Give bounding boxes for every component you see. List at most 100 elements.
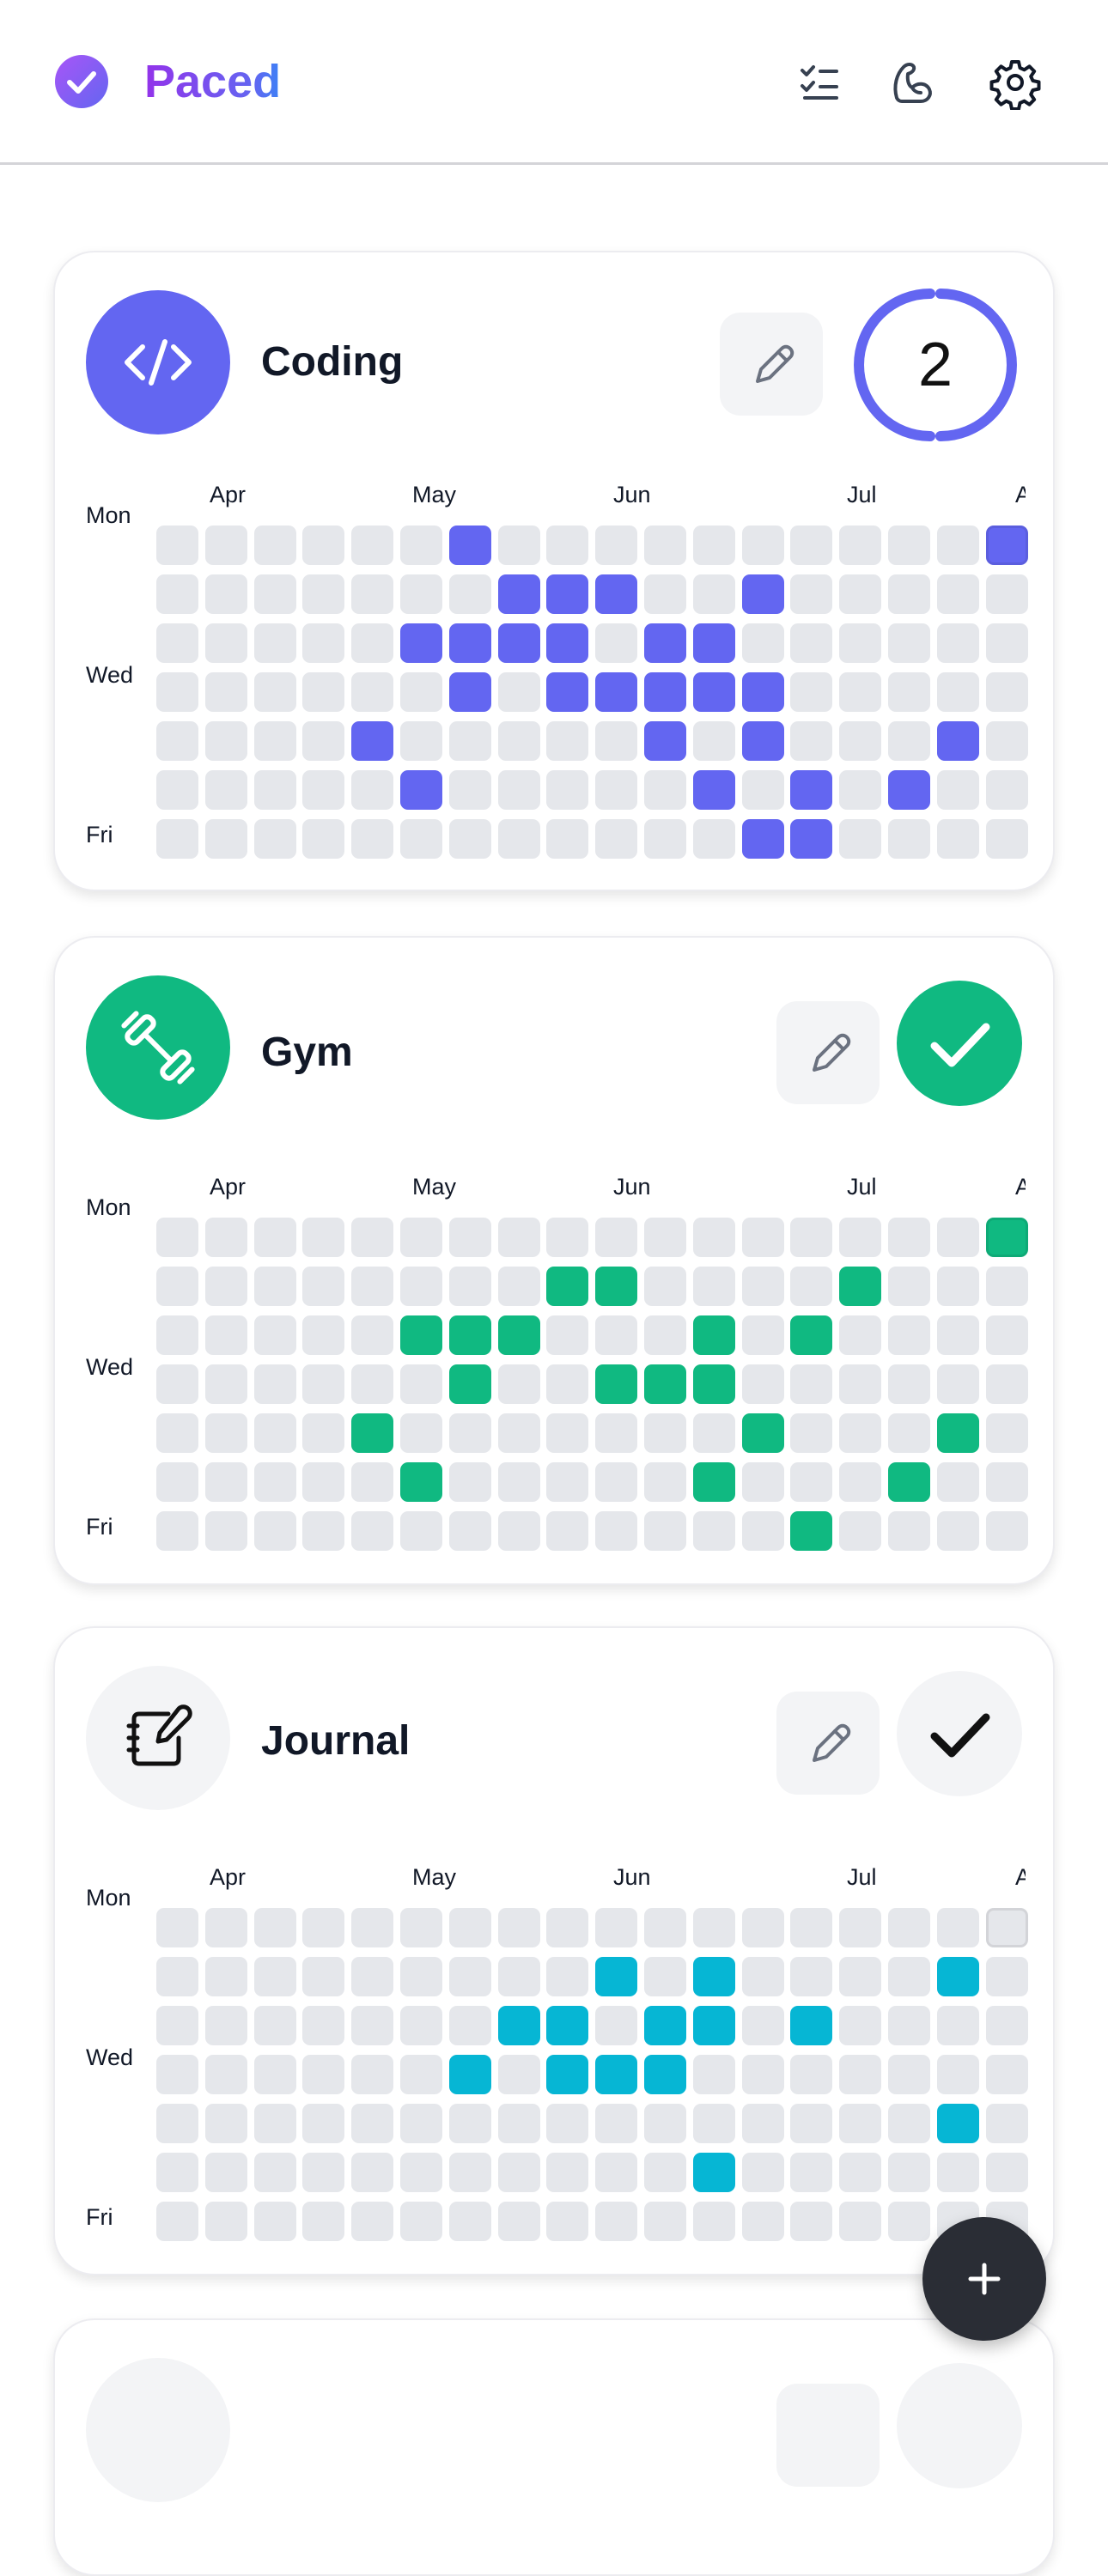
- day-cell[interactable]: [644, 672, 686, 712]
- day-cell[interactable]: [936, 574, 979, 614]
- day-cell[interactable]: [692, 721, 735, 761]
- day-cell[interactable]: [204, 1315, 247, 1355]
- day-cell[interactable]: [888, 2006, 930, 2045]
- day-cell[interactable]: [400, 1218, 442, 1257]
- day-cell[interactable]: [448, 2153, 491, 2192]
- day-cell[interactable]: [839, 1957, 882, 1996]
- day-cell[interactable]: [253, 1957, 296, 1996]
- day-cell[interactable]: [741, 1957, 784, 1996]
- day-cell[interactable]: [156, 2104, 198, 2143]
- day-cell[interactable]: [302, 2006, 345, 2045]
- day-cell[interactable]: [546, 574, 589, 614]
- day-cell[interactable]: [204, 1511, 247, 1551]
- day-cell[interactable]: [448, 2006, 491, 2045]
- day-cell[interactable]: [156, 770, 198, 810]
- day-cell[interactable]: [156, 623, 198, 663]
- day-cell[interactable]: [692, 1908, 735, 1947]
- day-cell[interactable]: [448, 526, 491, 565]
- day-cell[interactable]: [156, 1462, 198, 1502]
- day-cell[interactable]: [351, 1315, 394, 1355]
- day-cell[interactable]: [790, 1315, 833, 1355]
- day-cell[interactable]: [888, 2055, 930, 2094]
- day-cell[interactable]: [351, 1908, 394, 1947]
- edit-button[interactable]: [776, 1692, 880, 1795]
- day-cell[interactable]: [790, 1413, 833, 1453]
- day-cell[interactable]: [546, 2006, 589, 2045]
- day-cell[interactable]: [936, 526, 979, 565]
- day-cell[interactable]: [546, 721, 589, 761]
- day-cell[interactable]: [692, 1315, 735, 1355]
- day-cell[interactable]: [302, 1364, 345, 1404]
- day-cell[interactable]: [888, 672, 930, 712]
- day-cell[interactable]: [692, 1511, 735, 1551]
- day-cell[interactable]: [644, 819, 686, 859]
- day-cell[interactable]: [595, 2202, 638, 2241]
- day-cell[interactable]: [400, 672, 442, 712]
- day-cell[interactable]: [741, 721, 784, 761]
- day-cell[interactable]: [839, 819, 882, 859]
- day-cell[interactable]: [253, 1218, 296, 1257]
- day-cell[interactable]: [302, 623, 345, 663]
- day-cell[interactable]: [741, 2055, 784, 2094]
- count-ring[interactable]: 2: [854, 283, 1017, 447]
- day-cell[interactable]: [644, 574, 686, 614]
- day-cell[interactable]: [741, 623, 784, 663]
- day-cell[interactable]: [302, 1218, 345, 1257]
- day-cell[interactable]: [741, 526, 784, 565]
- day-cell[interactable]: [204, 721, 247, 761]
- day-cell[interactable]: [888, 1908, 930, 1947]
- day-cell[interactable]: [644, 1511, 686, 1551]
- day-cell[interactable]: [448, 672, 491, 712]
- day-cell[interactable]: [790, 2202, 833, 2241]
- flexed-arm-icon[interactable]: [885, 55, 940, 110]
- day-cell[interactable]: [546, 819, 589, 859]
- day-cell[interactable]: [888, 2104, 930, 2143]
- day-cell[interactable]: [448, 1413, 491, 1453]
- day-cell[interactable]: [595, 2006, 638, 2045]
- day-cell[interactable]: [741, 1315, 784, 1355]
- day-cell[interactable]: [839, 574, 882, 614]
- day-cell[interactable]: [253, 1413, 296, 1453]
- day-cell[interactable]: [448, 1908, 491, 1947]
- day-cell[interactable]: [595, 1413, 638, 1453]
- day-cell[interactable]: [692, 672, 735, 712]
- day-cell[interactable]: [448, 1462, 491, 1502]
- day-cell[interactable]: [985, 1908, 1028, 1947]
- day-cell[interactable]: [936, 2055, 979, 2094]
- day-cell[interactable]: [741, 2006, 784, 2045]
- day-cell[interactable]: [253, 2153, 296, 2192]
- day-cell[interactable]: [302, 1511, 345, 1551]
- day-cell[interactable]: [497, 623, 540, 663]
- day-cell[interactable]: [741, 1218, 784, 1257]
- day-cell[interactable]: [546, 770, 589, 810]
- day-cell[interactable]: [985, 2104, 1028, 2143]
- day-cell[interactable]: [985, 1957, 1028, 1996]
- day-cell[interactable]: [839, 2104, 882, 2143]
- day-cell[interactable]: [400, 1511, 442, 1551]
- day-cell[interactable]: [644, 2104, 686, 2143]
- day-cell[interactable]: [936, 2006, 979, 2045]
- day-cell[interactable]: [351, 526, 394, 565]
- day-cell[interactable]: [156, 819, 198, 859]
- day-cell[interactable]: [204, 1908, 247, 1947]
- day-cell[interactable]: [497, 1462, 540, 1502]
- day-cell[interactable]: [400, 1315, 442, 1355]
- day-cell[interactable]: [985, 770, 1028, 810]
- day-cell[interactable]: [985, 2055, 1028, 2094]
- day-cell[interactable]: [888, 1413, 930, 1453]
- day-cell[interactable]: [546, 623, 589, 663]
- day-cell[interactable]: [790, 1267, 833, 1306]
- day-cell[interactable]: [595, 574, 638, 614]
- day-cell[interactable]: [204, 1267, 247, 1306]
- day-cell[interactable]: [448, 819, 491, 859]
- day-cell[interactable]: [985, 1218, 1028, 1257]
- day-cell[interactable]: [741, 2202, 784, 2241]
- day-cell[interactable]: [888, 1267, 930, 1306]
- day-cell[interactable]: [204, 819, 247, 859]
- day-cell[interactable]: [692, 2153, 735, 2192]
- day-cell[interactable]: [253, 672, 296, 712]
- day-cell[interactable]: [985, 721, 1028, 761]
- day-cell[interactable]: [448, 2104, 491, 2143]
- day-cell[interactable]: [156, 2202, 198, 2241]
- day-cell[interactable]: [692, 2202, 735, 2241]
